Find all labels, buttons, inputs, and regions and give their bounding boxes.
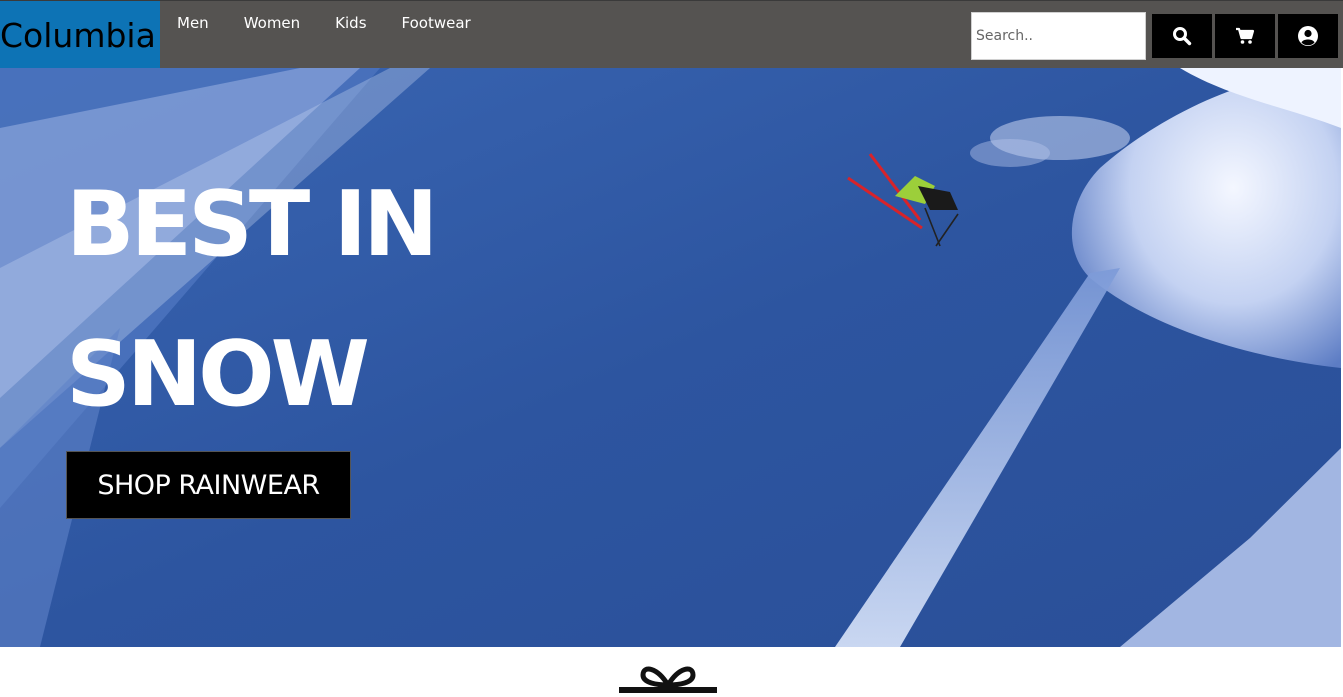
top-navbar: Columbia Men Women Kids Footwear [0,0,1343,69]
shopping-cart-icon [1235,27,1255,45]
nav-link-kids[interactable]: Kids [318,1,384,47]
gift-icon [617,663,719,697]
search-input[interactable] [971,12,1146,60]
hero-banner: BEST IN SNOW SHOP RAINWEAR [0,68,1341,647]
user-circle-icon [1297,25,1319,47]
search-icon [1172,26,1192,46]
brand-logo-link[interactable]: Columbia [0,1,160,69]
nav-link-women[interactable]: Women [227,1,318,47]
search-button[interactable] [1152,14,1212,58]
main-nav: Men Women Kids Footwear [160,1,489,47]
shop-rainwear-button[interactable]: SHOP RAINWEAR [66,451,351,519]
hero-title: BEST IN SNOW [66,172,438,427]
nav-link-men[interactable]: Men [160,1,227,47]
nav-link-footwear[interactable]: Footwear [385,1,489,47]
account-button[interactable] [1278,14,1338,58]
cart-button[interactable] [1215,14,1275,58]
